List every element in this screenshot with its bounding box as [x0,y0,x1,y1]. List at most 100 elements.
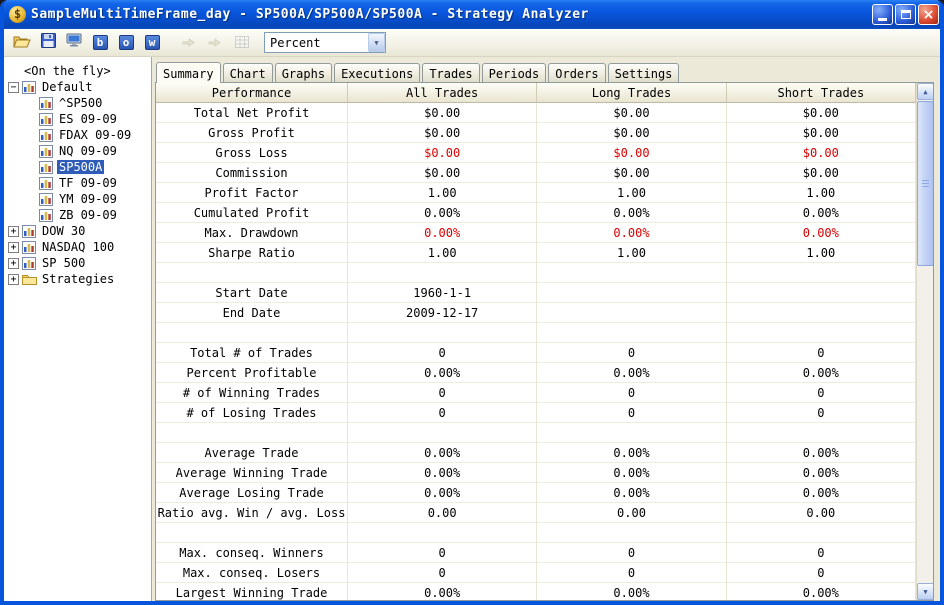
cell-value [537,263,727,283]
open-button[interactable] [10,31,34,54]
vertical-scrollbar[interactable]: ▲ ▼ [916,83,933,600]
folder-icon [22,273,37,286]
tree-item-sp-500[interactable]: + SP 500 [4,255,151,271]
cell-value [537,283,727,303]
tab-graphs[interactable]: Graphs [274,63,333,82]
expander-minus-icon[interactable]: − [8,81,19,93]
tree-item-label: ES 09-09 [59,112,117,126]
tree-item-label: SP500A [57,160,105,174]
cell-value [726,283,916,303]
cell-value [537,303,727,323]
table-row-max-drawdown: Max. Drawdown 0.00% 0.00% 0.00% [156,223,916,243]
table-row-gross-loss: Gross Loss $0.00 $0.00 $0.00 [156,143,916,163]
app-icon[interactable]: $ [9,6,26,23]
table-row-ratio-avg-win-avg-loss: Ratio avg. Win / avg. Loss 0.00 0.00 0.00 [156,503,916,523]
letter-o-button[interactable]: o [114,31,138,54]
scroll-up-button[interactable]: ▲ [917,83,933,100]
tree-item-sp500[interactable]: ^SP500 [4,95,151,111]
tree-item-es-09-09[interactable]: ES 09-09 [4,111,151,127]
expander-plus-icon[interactable]: + [8,225,19,237]
cell-value: 0 [348,543,538,563]
letter-w-button[interactable]: w [140,31,164,54]
maximize-button[interactable] [895,4,916,25]
tree-item-label: YM 09-09 [59,192,117,206]
tab-trades[interactable]: Trades [422,63,480,82]
expander-plus-icon[interactable]: + [8,273,19,285]
cell-value: 0.00% [726,443,916,463]
tree-item-sp500a[interactable]: SP500A [4,159,151,175]
chart-icon [22,224,37,238]
triangle-down-icon: ▼ [923,587,928,596]
table-row-of-winning-trades: # of Winning Trades 0 0 0 [156,383,916,403]
cell-value: $0.00 [348,103,538,123]
tree-item-ym-09-09[interactable]: YM 09-09 [4,191,151,207]
expander-plus-icon[interactable]: + [8,241,19,253]
tree-item-fdax-09-09[interactable]: FDAX 09-09 [4,127,151,143]
row-label: Gross Profit [156,123,348,143]
arrow-right-icon [182,33,198,52]
tree-item-tf-09-09[interactable]: TF 09-09 [4,175,151,191]
minimize-button[interactable] [872,4,893,25]
cell-value [726,323,916,343]
letter-o-icon: o [118,35,134,50]
cell-value: 0.00% [726,363,916,383]
tree-item-zb-09-09[interactable]: ZB 09-09 [4,207,151,223]
row-label [156,523,348,543]
chevron-down-icon[interactable]: ▼ [368,33,385,52]
tab-orders[interactable]: Orders [548,63,606,82]
cell-value: $0.00 [726,143,916,163]
row-label: End Date [156,303,348,323]
column-header-long-trades[interactable]: Long Trades [537,83,727,103]
cell-value: 0 [726,403,916,423]
column-header-all-trades[interactable]: All Trades [348,83,538,103]
save-button[interactable] [36,31,60,54]
cell-value [726,523,916,543]
tree-item-default[interactable]: − Default [4,79,151,95]
cell-value: 0 [726,343,916,363]
cell-value: 0 [726,563,916,583]
cell-value: 0 [537,343,727,363]
cell-value [348,323,538,343]
column-header-performance[interactable]: Performance [156,83,348,103]
letter-b-button[interactable]: b [88,31,112,54]
display-button[interactable] [62,31,86,54]
chart-icon [39,96,54,110]
content-area: <On the fly> − Default ^SP500 ES 09-09 FDAX 0… [4,57,940,601]
cell-value: 0 [348,343,538,363]
cell-value: 0.00% [726,223,916,243]
cell-value: $0.00 [726,103,916,123]
window-title: SampleMultiTimeFrame_day - SP500A/SP500A… [31,7,589,22]
tab-chart[interactable]: Chart [222,63,273,82]
table-row-sharpe-ratio: Sharpe Ratio 1.00 1.00 1.00 [156,243,916,263]
display-unit-dropdown[interactable]: Percent ▼ [264,32,386,53]
tab-periods[interactable]: Periods [481,63,547,82]
table-row-start-date: Start Date 1960-1-1 [156,283,916,303]
column-header-short-trades[interactable]: Short Trades [726,83,916,103]
cell-value: 0.00% [537,203,727,223]
tree-item-nasdaq-100[interactable]: + NASDAQ 100 [4,239,151,255]
grid: Performance All Trades Long Trades Short Tr… [156,83,916,600]
cell-value: 0.00% [726,203,916,223]
letter-b-icon: b [92,35,108,50]
tab-summary[interactable]: Summary [156,62,221,83]
cell-value: 0.00% [537,363,727,383]
tree-item-on-the-fly[interactable]: <On the fly> [4,63,151,79]
close-button[interactable]: × [918,4,939,25]
chart-icon [39,160,54,174]
tree-item-dow-30[interactable]: + DOW 30 [4,223,151,239]
row-label: Average Trade [156,443,348,463]
tree-item-nq-09-09[interactable]: NQ 09-09 [4,143,151,159]
row-label: Gross Loss [156,143,348,163]
minimize-icon [878,18,887,21]
chart-icon [39,192,54,206]
tab-executions[interactable]: Executions [334,63,421,82]
scrollbar-thumb[interactable] [917,101,933,266]
tree-item-strategies[interactable]: + Strategies [4,271,151,287]
scroll-down-button[interactable]: ▼ [917,583,933,600]
floppy-disk-icon [40,33,56,52]
cell-value [726,423,916,443]
cell-value [726,303,916,323]
expander-plus-icon[interactable]: + [8,257,19,269]
tab-settings[interactable]: Settings [607,63,680,82]
title-bar[interactable]: $ SampleMultiTimeFrame_day - SP500A/SP50… [4,0,940,29]
